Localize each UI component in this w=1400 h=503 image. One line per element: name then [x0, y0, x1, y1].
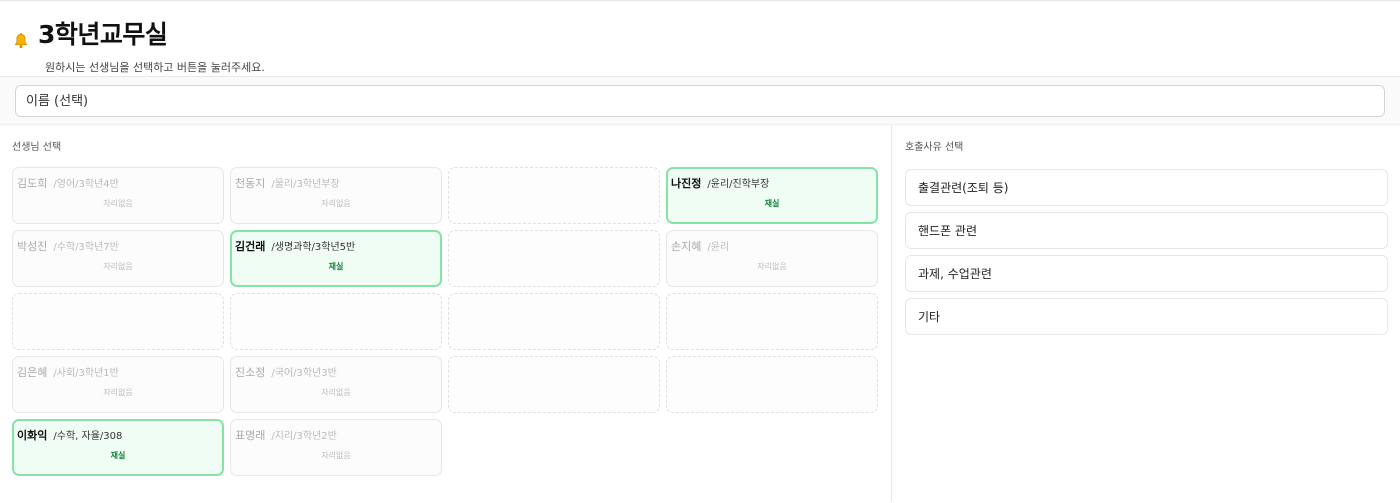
- teacher-name: 진소정: [235, 366, 266, 379]
- teacher-card[interactable]: 김은혜/사회/3학년1반자리없음: [12, 356, 224, 413]
- teacher-grid: 김도희/영어/3학년4반 자리없음 천동지/물리/3학년부장 자리없음 나진정/윤리/진…: [12, 167, 879, 476]
- teacher-name: 이화익: [17, 429, 48, 442]
- search-band: [0, 77, 1400, 125]
- reason-section-label: 호출사유 선택: [905, 142, 964, 153]
- teacher-card-header: 김은혜/사회/3학년1반: [17, 364, 219, 380]
- teacher-card[interactable]: 천동지/물리/3학년부장자리없음: [230, 167, 442, 224]
- teacher-status: 자리없음: [321, 388, 351, 397]
- teacher-card-empty: [666, 293, 878, 350]
- teacher-card-empty: [448, 167, 660, 224]
- teacher-info: /국어/3학년3반: [271, 368, 337, 379]
- reason-button[interactable]: 출결관련(조퇴 등): [905, 169, 1388, 206]
- teacher-card-empty: [666, 356, 878, 413]
- teacher-name: 김건래: [235, 240, 266, 253]
- teacher-card[interactable]: 진소정/국어/3학년3반자리없음: [230, 356, 442, 413]
- name-input[interactable]: [15, 85, 1385, 117]
- teacher-status: 자리없음: [321, 199, 351, 208]
- teacher-name: 박성진: [17, 240, 48, 253]
- teacher-card-header: 손지혜/윤리: [671, 238, 873, 254]
- teacher-card[interactable]: 김도희/영어/3학년4반자리없음: [12, 167, 224, 224]
- teacher-name: 나진정: [671, 177, 702, 190]
- teacher-card[interactable]: 이화익/수학, 자율/308 재실: [12, 419, 224, 476]
- reason-list: 출결관련(조퇴 등) 핸드폰 관련과제, 수업관련기타: [905, 169, 1388, 335]
- teacher-card-empty: [448, 356, 660, 413]
- teacher-card-header: 이화익/수학, 자율/308: [17, 427, 219, 443]
- teacher-status: 재실: [110, 451, 126, 460]
- teacher-card-header: 진소정/국어/3학년3반: [235, 364, 437, 380]
- teacher-card-header: 천동지/물리/3학년부장: [235, 175, 437, 191]
- teacher-name: 표명래: [235, 429, 266, 442]
- teacher-card-empty: [230, 293, 442, 350]
- page-subtitle: 원하시는 선생님을 선택하고 버튼을 눌러주세요.: [45, 61, 265, 74]
- teacher-info: /물리/3학년부장: [271, 179, 340, 190]
- teacher-status: 재실: [328, 262, 344, 271]
- reason-button[interactable]: 기타: [905, 298, 1388, 335]
- teacher-name: 손지혜: [671, 240, 702, 253]
- teacher-info: /수학/3학년7반: [53, 242, 119, 253]
- teacher-info: /사회/3학년1반: [53, 368, 119, 379]
- teacher-status: 자리없음: [103, 262, 133, 271]
- reason-panel: 호출사유 선택 출결관련(조퇴 등) 핸드폰 관련과제, 수업관련기타: [892, 125, 1400, 502]
- teacher-card[interactable]: 박성진/수학/3학년7반자리없음: [12, 230, 224, 287]
- teacher-info: /지리/3학년2반: [271, 431, 337, 442]
- teacher-info: /수학, 자율/308: [53, 431, 123, 442]
- teacher-status: 자리없음: [103, 199, 133, 208]
- teacher-status: 자리없음: [321, 451, 351, 460]
- teacher-card-header: 표명래/지리/3학년2반: [235, 427, 437, 443]
- teacher-card-header: 박성진/수학/3학년7반: [17, 238, 219, 254]
- teacher-card[interactable]: 김건래/생명과학/3학년5반재실: [230, 230, 442, 287]
- page-header: 3학년교무실 원하시는 선생님을 선택하고 버튼을 눌러주세요.: [0, 1, 1400, 77]
- teacher-card-empty: [448, 230, 660, 287]
- teacher-card-empty: [448, 293, 660, 350]
- teacher-info: /윤리: [707, 242, 730, 253]
- teacher-panel: 선생님 선택 김도희/영어/3학년4반 자리없음 천동지/물리/3학년부장 자리없음 나…: [0, 125, 892, 502]
- teacher-card-header: 김도희/영어/3학년4반: [17, 175, 219, 191]
- teacher-card-header: 나진정/윤리/진학부장: [671, 175, 873, 191]
- teacher-info: /생명과학/3학년5반: [271, 242, 356, 253]
- teacher-section-label: 선생님 선택: [12, 142, 62, 153]
- reason-button[interactable]: 과제, 수업관련: [905, 255, 1388, 292]
- page-title: 3학년교무실: [38, 20, 168, 49]
- teacher-info: /윤리/진학부장: [707, 179, 770, 190]
- teacher-status: 재실: [764, 199, 780, 208]
- teacher-name: 김은혜: [17, 366, 48, 379]
- bell-icon: [14, 32, 28, 49]
- teacher-card-empty: [12, 293, 224, 350]
- reason-button[interactable]: 핸드폰 관련: [905, 212, 1388, 249]
- teacher-card-header: 김건래/생명과학/3학년5반: [235, 238, 437, 254]
- teacher-card[interactable]: 표명래/지리/3학년2반자리없음: [230, 419, 442, 476]
- teacher-card[interactable]: 나진정/윤리/진학부장재실: [666, 167, 878, 224]
- main-area: 선생님 선택 김도희/영어/3학년4반 자리없음 천동지/물리/3학년부장 자리없음 나…: [0, 125, 1400, 502]
- teacher-name: 김도희: [17, 177, 48, 190]
- teacher-info: /영어/3학년4반: [53, 179, 119, 190]
- teacher-card[interactable]: 손지혜/윤리자리없음: [666, 230, 878, 287]
- title-row: 3학년교무실: [12, 15, 1400, 51]
- teacher-name: 천동지: [235, 177, 266, 190]
- teacher-status: 자리없음: [757, 262, 787, 271]
- teacher-status: 자리없음: [103, 388, 133, 397]
